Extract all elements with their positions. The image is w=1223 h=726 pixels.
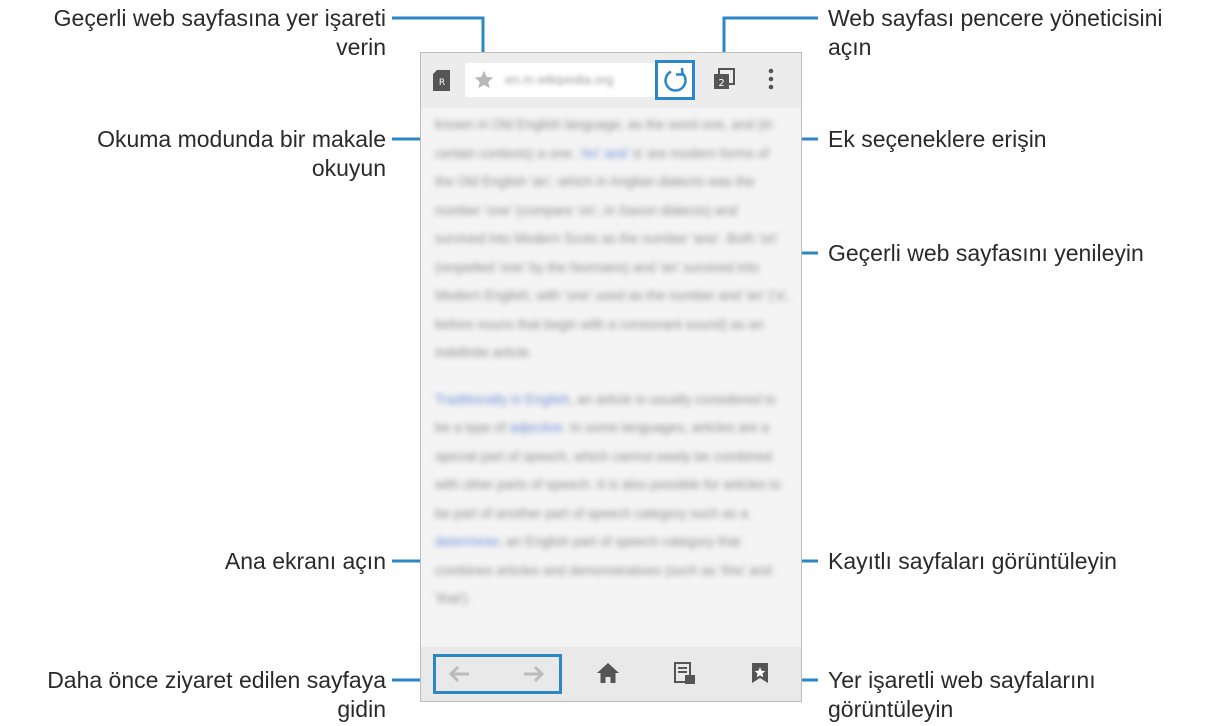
home-icon[interactable] [596,662,620,684]
window-manager-icon[interactable]: 2 [713,68,735,90]
label-refresh: Geçerli web sayfasını yenileyin [828,240,1144,266]
svg-text:2: 2 [718,78,724,89]
bookmarks-icon[interactable] [751,662,769,684]
reader-mode-icon[interactable]: R [433,70,450,91]
label-bookmark-current: Geçerli web sayfasına yer işareti verin [53,5,386,60]
more-options-icon[interactable] [768,68,774,90]
article-link[interactable]: Traditionally in English [435,392,570,407]
label-saved-pages: Kayıtlı sayfaları görüntüleyin [828,548,1117,574]
browser-screen: R en.m.wikipedia.org 2 known in Old Engl… [420,52,802,702]
refresh-highlight [655,60,695,100]
label-bookmarks: Yer işaretli web sayfalarını görüntüleyi… [828,667,1096,722]
article-text: . In some languages, articles are a spec… [435,420,781,521]
label-home: Ana ekranı açın [224,548,386,574]
article-link[interactable]: adjective [509,420,562,435]
article-link[interactable]: 'An' and [575,146,630,161]
saved-pages-icon[interactable] [674,662,696,685]
navigation-arrows-highlight [433,654,562,694]
label-reading-mode: Okuma modunda bir makale okuyun [97,126,386,181]
svg-text:R: R [439,78,445,88]
url-text: en.m.wikipedia.org [505,72,614,87]
star-icon[interactable] [473,69,495,91]
article-text: known in Old English language, as the wo… [435,117,702,132]
article-link[interactable]: determiner [435,534,499,549]
article-text: 'a' are modern forms of the Old English … [435,145,790,361]
label-more-options: Ek seçeneklere erişin [828,126,1047,152]
browser-toolbar: R en.m.wikipedia.org 2 [421,53,801,108]
article-paragraph: Traditionally in English, an article is … [435,386,790,614]
label-previous-pages: Daha önce ziyaret edilen sayfaya gidin [47,667,386,722]
article-paragraph: known in Old English language, as the wo… [435,111,790,368]
label-window-manager: Web sayfası pencere yöneticisini açın [828,5,1163,60]
article-content: known in Old English language, as the wo… [435,111,790,651]
